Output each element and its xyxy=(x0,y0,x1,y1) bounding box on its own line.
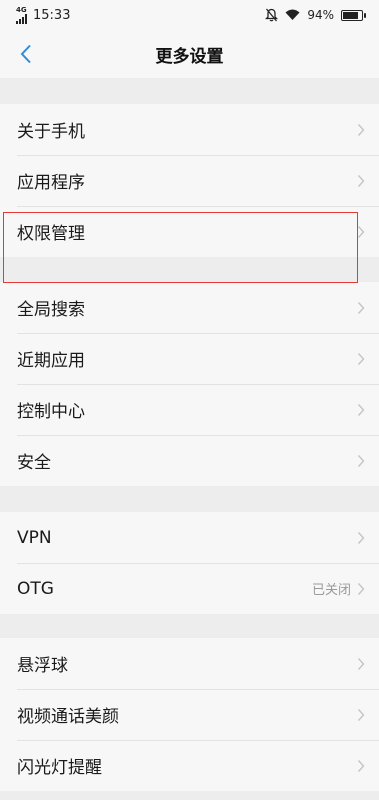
settings-group-system: 关于手机 应用程序 权限管理 xyxy=(0,104,379,257)
settings-item-trailing xyxy=(357,435,365,486)
chevron-right-icon xyxy=(357,708,365,721)
back-button[interactable] xyxy=(10,38,42,70)
signal-indicator: 4G xyxy=(16,5,27,24)
chevron-right-icon xyxy=(357,123,365,136)
chevron-right-icon xyxy=(357,301,365,314)
settings-item-label: 视频通话美颜 xyxy=(17,707,119,727)
settings-item-label: 近期应用 xyxy=(17,351,85,371)
settings-item-trailing xyxy=(357,333,365,384)
settings-item-trailing: 已关闭 xyxy=(312,563,365,614)
settings-item-label: 全局搜索 xyxy=(17,300,85,320)
settings-item-about-phone[interactable]: 关于手机 xyxy=(0,104,379,155)
chevron-right-icon xyxy=(357,454,365,467)
battery-fill xyxy=(343,11,359,19)
settings-item-floating-ball[interactable]: 悬浮球 xyxy=(0,638,379,689)
settings-item-label: 控制中心 xyxy=(17,402,85,422)
signal-icon xyxy=(16,13,27,24)
settings-item-recent-apps[interactable]: 近期应用 xyxy=(0,333,379,384)
page-title: 更多设置 xyxy=(155,46,224,67)
settings-group-extras: 悬浮球 视频通话美颜 闪光灯提醒 xyxy=(0,638,379,791)
settings-item-video-call-beauty[interactable]: 视频通话美颜 xyxy=(0,689,379,740)
settings-item-trailing xyxy=(357,740,365,791)
wifi-icon xyxy=(285,9,300,20)
status-bar: 4G 15:33 94% xyxy=(0,0,379,30)
chevron-right-icon xyxy=(357,531,365,544)
settings-item-label: OTG xyxy=(17,578,54,599)
settings-item-vpn[interactable]: VPN xyxy=(0,512,379,563)
settings-item-label: 权限管理 xyxy=(17,224,85,244)
settings-item-trailing xyxy=(357,206,365,257)
battery-icon xyxy=(341,9,366,21)
settings-item-trailing xyxy=(357,282,365,333)
chevron-right-icon xyxy=(357,225,365,238)
settings-item-trailing xyxy=(357,638,365,689)
settings-group-connections: VPN OTG 已关闭 xyxy=(0,512,379,614)
settings-item-trailing xyxy=(357,384,365,435)
chevron-right-icon xyxy=(357,582,365,595)
settings-item-label: 安全 xyxy=(17,453,51,473)
more-settings-screen: 4G 15:33 94% 更多设置 关于手机 应用程序 权限管理 全局搜索 近期… xyxy=(0,0,379,800)
network-type: 4G xyxy=(16,5,27,14)
chevron-left-icon xyxy=(20,44,31,64)
mute-bell-icon xyxy=(265,8,279,22)
chevron-right-icon xyxy=(357,352,365,365)
status-time: 15:33 xyxy=(33,7,71,23)
otg-status-value: 已关闭 xyxy=(311,583,351,598)
settings-group-features: 全局搜索 近期应用 控制中心 安全 xyxy=(0,282,379,486)
settings-item-trailing xyxy=(357,689,365,740)
status-right: 94% xyxy=(265,0,366,30)
top-app-bar: 更多设置 xyxy=(0,30,379,78)
status-left: 4G 15:33 xyxy=(16,5,71,24)
settings-item-control-center[interactable]: 控制中心 xyxy=(0,384,379,435)
settings-item-trailing xyxy=(357,104,365,155)
settings-item-flash-alert[interactable]: 闪光灯提醒 xyxy=(0,740,379,791)
settings-item-label: 闪光灯提醒 xyxy=(17,758,102,778)
settings-item-global-search[interactable]: 全局搜索 xyxy=(0,282,379,333)
chevron-right-icon xyxy=(357,657,365,670)
chevron-right-icon xyxy=(357,759,365,772)
settings-item-trailing xyxy=(357,155,365,206)
settings-item-otg[interactable]: OTG 已关闭 xyxy=(0,563,379,614)
settings-item-security[interactable]: 安全 xyxy=(0,435,379,486)
settings-item-label: VPN xyxy=(17,527,52,548)
settings-item-label: 关于手机 xyxy=(17,122,85,142)
settings-item-trailing xyxy=(357,512,365,563)
settings-item-applications[interactable]: 应用程序 xyxy=(0,155,379,206)
settings-item-label: 悬浮球 xyxy=(17,656,68,676)
chevron-right-icon xyxy=(357,403,365,416)
chevron-right-icon xyxy=(357,174,365,187)
battery-percent: 94% xyxy=(307,8,334,22)
settings-item-permission-management[interactable]: 权限管理 xyxy=(0,206,379,257)
settings-item-label: 应用程序 xyxy=(17,173,85,193)
